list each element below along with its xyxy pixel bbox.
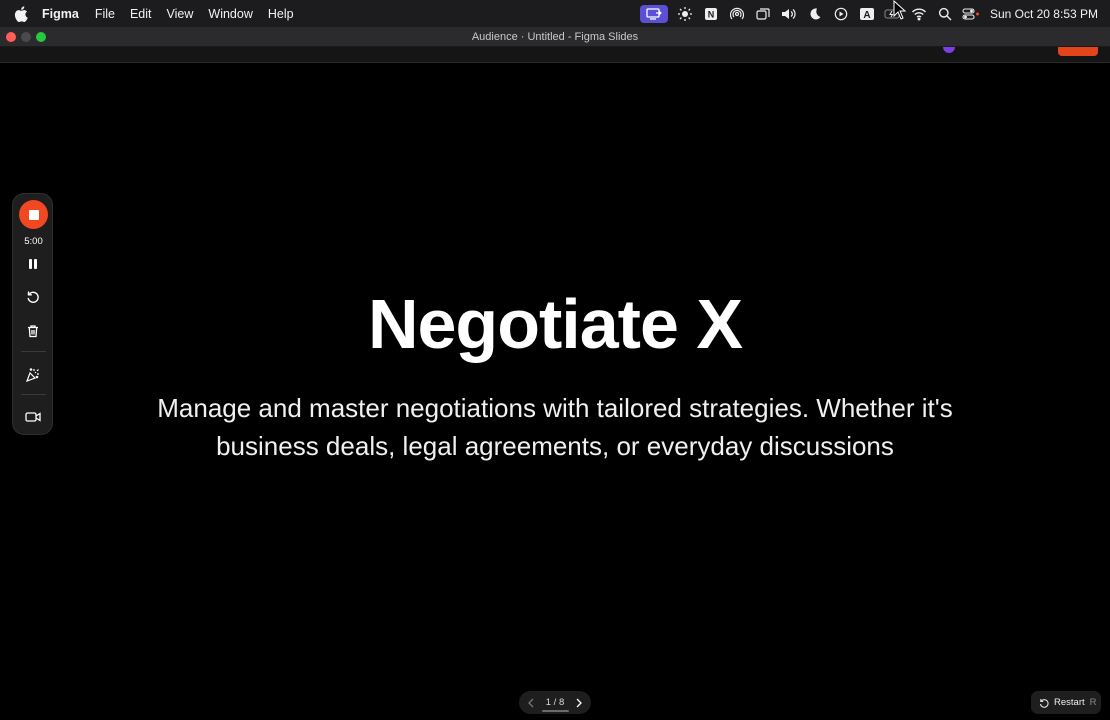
confetti-button[interactable]: [23, 365, 43, 385]
menu-edit[interactable]: Edit: [130, 7, 152, 21]
presenter-tool-panel: 5:00: [12, 193, 53, 435]
menu-view[interactable]: View: [167, 7, 194, 21]
tool-divider: [21, 351, 46, 352]
control-center-icon[interactable]: [962, 5, 980, 23]
menu-window[interactable]: Window: [208, 7, 252, 21]
share-button[interactable]: [1058, 47, 1098, 56]
volume-icon[interactable]: [780, 5, 798, 23]
keyboard-input-letter: A: [863, 10, 870, 21]
keyboard-input-icon[interactable]: A: [858, 5, 876, 23]
chevron-right-icon: [576, 698, 582, 707]
stop-timer-button[interactable]: [19, 200, 48, 229]
notion-icon[interactable]: N: [702, 5, 720, 23]
tool-divider: [21, 394, 46, 395]
window-title: Audience · Untitled - Figma Slides: [471, 30, 639, 43]
menu-bar: Figma File Edit View Window Help N A Sun…: [0, 0, 1110, 27]
app-menu-figma[interactable]: Figma: [42, 7, 79, 21]
screen-share-icon[interactable]: [639, 4, 668, 23]
wifi-icon[interactable]: [910, 5, 928, 23]
next-slide-button[interactable]: [573, 697, 585, 709]
slide-progress-bar: [542, 710, 569, 712]
restart-shortcut: R: [1089, 697, 1097, 708]
restart-label: Restart: [1054, 697, 1085, 708]
confetti-icon: [25, 368, 39, 383]
delete-timer-button[interactable]: [23, 321, 43, 341]
window-title-bar: Audience · Untitled - Figma Slides: [0, 27, 1110, 47]
fullscreen-window-button[interactable]: [36, 32, 46, 42]
notion-letter: N: [708, 9, 715, 19]
previous-slide-button[interactable]: [525, 697, 537, 709]
video-camera-icon: [25, 412, 41, 422]
timer-display: 5:00: [24, 236, 43, 247]
slide-subtitle: Manage and master negotiations with tail…: [157, 393, 953, 461]
apple-icon[interactable]: [14, 5, 30, 22]
restart-icon: [1039, 698, 1049, 708]
spotlight-search-icon[interactable]: [936, 5, 954, 23]
window-stack-icon[interactable]: [754, 5, 772, 23]
menu-bar-clock[interactable]: Sun Oct 20 8:53 PM: [990, 7, 1098, 21]
trash-icon: [28, 325, 38, 338]
menu-help[interactable]: Help: [268, 7, 294, 21]
moon-icon[interactable]: [806, 5, 824, 23]
mouse-cursor-icon: [893, 0, 907, 20]
minimize-window-button[interactable]: [21, 32, 31, 42]
play-circle-icon[interactable]: [832, 5, 850, 23]
undo-icon: [27, 291, 39, 303]
reset-timer-button[interactable]: [23, 287, 43, 307]
restart-button[interactable]: Restart R: [1031, 691, 1101, 714]
brightness-icon[interactable]: [676, 5, 694, 23]
stop-icon: [28, 209, 39, 220]
airdrop-icon[interactable]: [728, 5, 746, 23]
pause-button[interactable]: [23, 254, 43, 274]
video-button[interactable]: [23, 407, 43, 427]
figma-toolbar-background: [0, 47, 1110, 63]
close-window-button[interactable]: [6, 32, 16, 42]
menu-file[interactable]: File: [95, 7, 115, 21]
slide-counter: 1 / 8: [545, 697, 565, 708]
slide-title: Negotiate X: [367, 285, 743, 363]
avatar[interactable]: [943, 47, 955, 53]
pause-icon: [29, 259, 37, 269]
chevron-left-icon: [528, 698, 534, 707]
